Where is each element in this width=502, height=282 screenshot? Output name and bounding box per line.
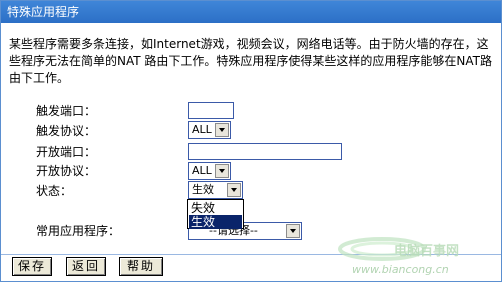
trigger-protocol-select[interactable]: ALL [188, 121, 231, 139]
open-protocol-label: 开放协议： [36, 164, 97, 178]
watermark-url: www.biancong.cn [352, 263, 449, 276]
open-protocol-value: ALL [192, 164, 212, 177]
open-protocol-select[interactable]: ALL [188, 162, 231, 180]
trigger-port-input[interactable] [188, 102, 234, 119]
help-button[interactable]: 帮助 [119, 257, 163, 276]
watermark-brand: 电脑百事网 [394, 243, 459, 259]
watermark-logo: 电脑百事网 www.biancong.cn [322, 229, 500, 279]
status-option-disabled[interactable]: 失效 [189, 201, 242, 215]
trigger-protocol-value: ALL [192, 123, 212, 136]
open-port-input[interactable] [188, 143, 342, 160]
status-dropdown-list[interactable]: 失效 生效 [187, 199, 244, 229]
status-option-enabled[interactable]: 生效 [189, 215, 242, 229]
chevron-down-icon[interactable] [215, 123, 229, 137]
watermark-graphic: 电脑百事网 www.biancong.cn [338, 237, 459, 276]
chevron-down-icon[interactable] [215, 164, 229, 178]
chevron-down-icon[interactable] [227, 183, 241, 197]
common-apps-label: 常用应用程序： [36, 224, 121, 238]
back-button[interactable]: 返回 [66, 257, 106, 276]
page-title: 特殊应用程序 [1, 1, 501, 23]
open-port-label: 开放端口： [36, 145, 97, 159]
status-label: 状态： [36, 184, 73, 198]
status-value: 生效 [192, 183, 214, 196]
chevron-down-icon[interactable] [286, 224, 300, 238]
status-select[interactable]: 生效 [188, 181, 243, 199]
trigger-port-label: 触发端口： [36, 104, 97, 118]
trigger-protocol-label: 触发协议： [36, 124, 97, 138]
description-text: 某些程序需要多条连接，如Internet游戏，视频会议，网络电话等。由于防火墙的… [9, 37, 492, 85]
save-button[interactable]: 保存 [12, 257, 52, 276]
